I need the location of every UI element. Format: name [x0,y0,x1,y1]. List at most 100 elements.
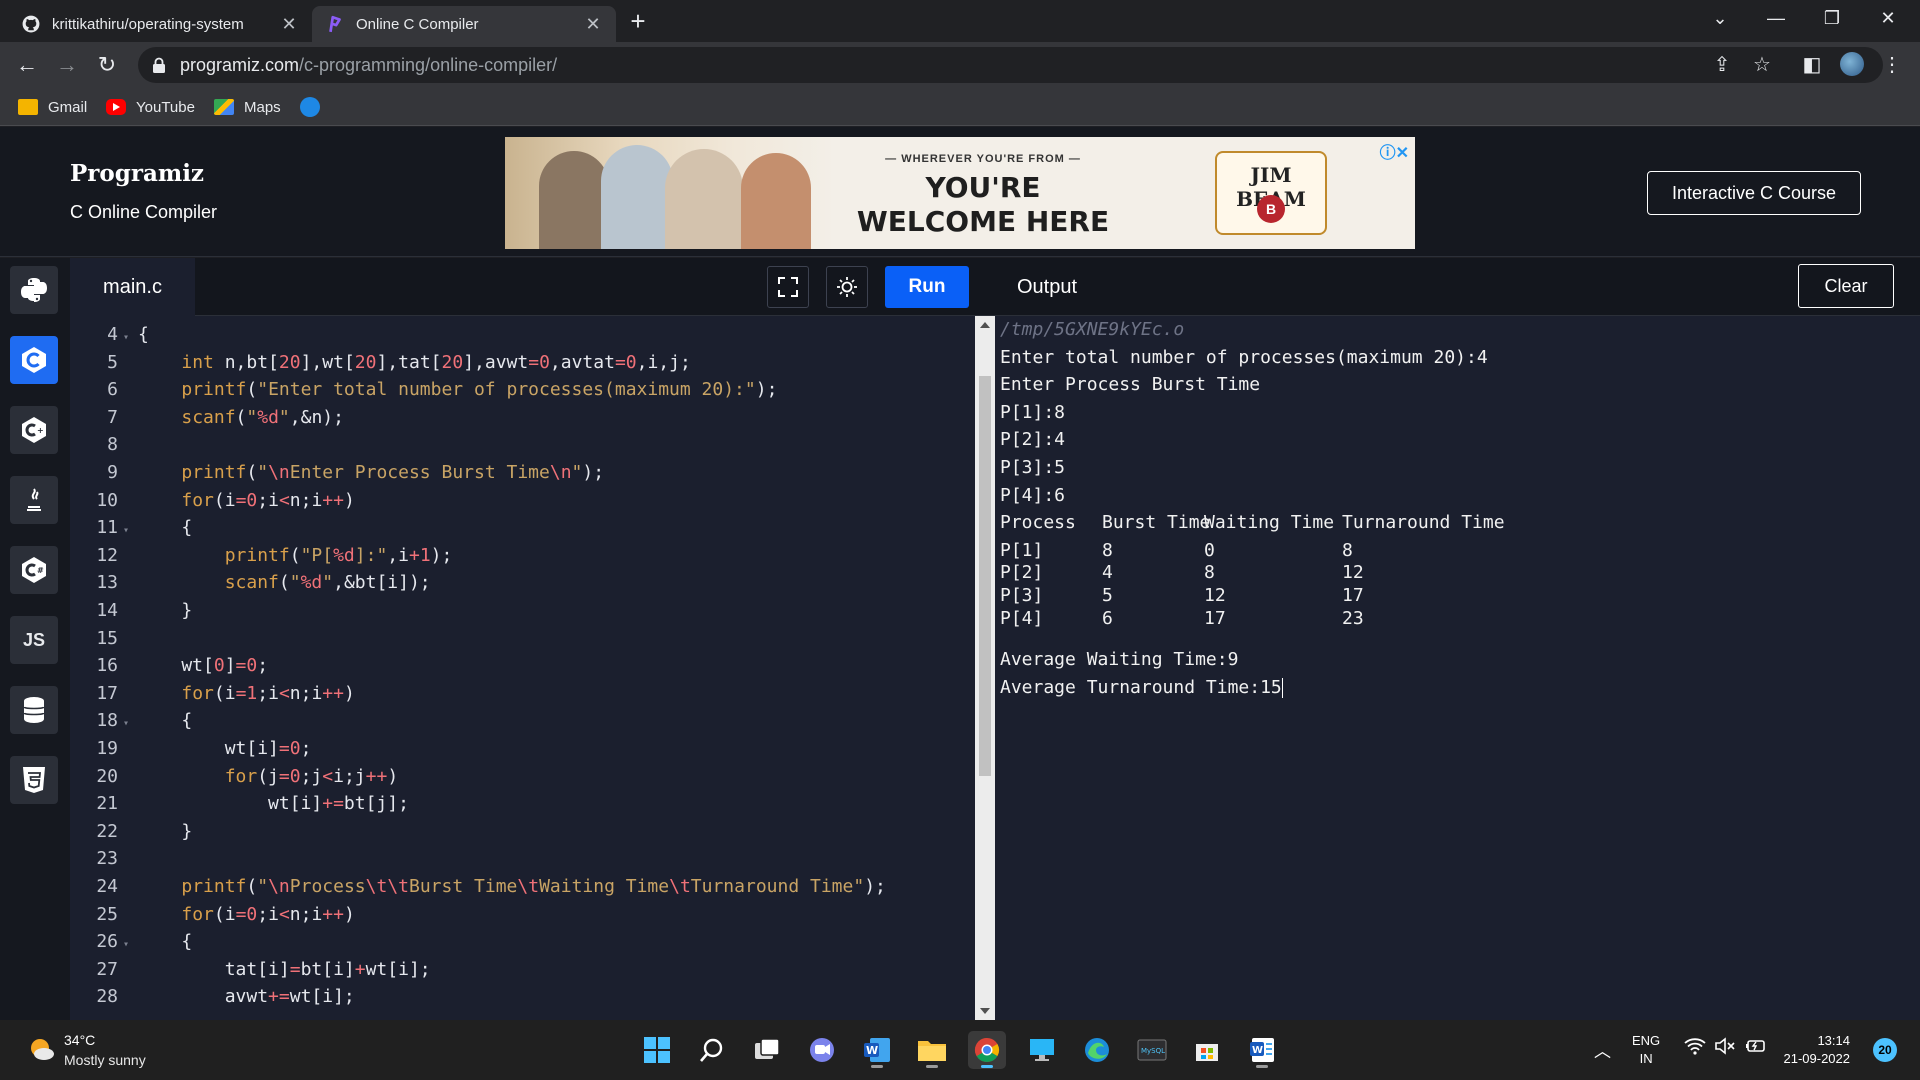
code-line[interactable]: 24 printf("\nProcess\t\tBurst Time\tWait… [70,873,970,901]
back-icon[interactable]: ← [12,50,42,80]
ad-person [601,145,673,249]
store-icon[interactable] [1188,1031,1226,1069]
input-language[interactable]: ENG IN [1632,1032,1660,1068]
weather-description[interactable]: Mostly sunny [64,1052,146,1068]
output-binary-path: /tmp/5GXNE9kYEc.o [1000,319,1185,340]
code-line[interactable]: 10 for(i=0;i<n;i++) [70,487,970,515]
code-line[interactable]: 26 ▾ { [70,928,970,956]
code-line[interactable]: 20 for(j=0;j<i;j++) [70,763,970,791]
code-line[interactable]: 28 avwt+=wt[i]; [70,983,970,1011]
code-line[interactable]: 12 printf("P[%d]:",i+1); [70,542,970,570]
mysql-icon[interactable]: MySQL [1133,1031,1171,1069]
scroll-down-icon[interactable] [980,1008,990,1014]
bookmark-gmail[interactable]: Gmail [18,95,87,119]
file-explorer-icon[interactable] [913,1031,951,1069]
menu-kebab-icon[interactable]: ⋮ [1878,50,1906,78]
side-panel-icon[interactable]: ◧ [1798,50,1826,78]
minimize-icon[interactable]: — [1748,0,1804,36]
code-line[interactable]: 17 for(i=1;i<n;i++) [70,680,970,708]
fold-arrow-icon[interactable]: ▾ [118,931,134,959]
desktop-icon[interactable] [1023,1031,1061,1069]
profile-avatar[interactable] [1838,50,1866,78]
fullscreen-icon[interactable] [767,266,809,308]
code-area[interactable]: 4 ▾{5 int n,bt[20],wt[20],tat[20],avwt=0,… [70,316,970,1020]
csharp-icon[interactable]: # [10,546,58,594]
page-subtitle: C Online Compiler [70,202,218,222]
fold-arrow-icon[interactable]: ▾ [118,517,134,545]
restore-icon[interactable]: ❐ [1804,0,1860,36]
file-tab-main-c[interactable]: main.c [70,258,195,316]
volume-muted-icon[interactable] [1714,1037,1736,1060]
bookmark-maps[interactable]: Maps [214,95,281,119]
teams-chat-icon[interactable] [803,1031,841,1069]
new-tab-button[interactable]: + [624,8,652,36]
java-icon[interactable] [10,476,58,524]
c-icon[interactable] [10,336,58,384]
battery-icon[interactable] [1744,1037,1766,1060]
code-line[interactable]: 18 ▾ { [70,707,970,735]
programiz-logo[interactable]: Programiz [70,160,204,187]
bookmark-youtube[interactable]: YouTube [106,95,195,119]
address-bar[interactable]: programiz.com/c-programming/online-compi… [138,47,1883,83]
tab-search-icon[interactable]: ⌄ [1692,0,1748,36]
output-console[interactable]: /tmp/5GXNE9kYEc.o Enter total number of … [995,316,1920,1020]
wifi-icon[interactable] [1684,1037,1706,1060]
js-icon[interactable]: JS [10,616,58,664]
chrome-icon[interactable] [968,1031,1006,1069]
reload-icon[interactable]: ↻ [92,50,122,80]
interactive-course-button[interactable]: Interactive C Course [1647,171,1861,215]
notification-badge[interactable]: 20 [1873,1038,1897,1062]
theme-toggle-icon[interactable] [826,266,868,308]
fold-arrow-icon[interactable]: ▾ [118,324,134,352]
python-icon[interactable] [10,266,58,314]
word-doc-icon[interactable]: W [1243,1031,1281,1069]
run-button[interactable]: Run [885,266,969,308]
code-line[interactable]: 4 ▾{ [70,321,970,349]
code-line[interactable]: 25 for(i=0;i<n;i++) [70,901,970,929]
maps-icon [214,99,234,115]
code-line[interactable]: 13 scanf("%d",&bt[i]); [70,569,970,597]
bookmark-star-icon[interactable]: ☆ [1748,50,1776,78]
editor-scrollbar[interactable] [975,316,995,1020]
code-line[interactable]: 5 int n,bt[20],wt[20],tat[20],avwt=0,avt… [70,349,970,377]
advertisement-banner[interactable]: — WHEREVER YOU'RE FROM — YOU'RE WELCOME … [505,137,1415,249]
code-line[interactable]: 15 [70,625,970,653]
clear-button[interactable]: Clear [1798,264,1894,308]
code-line[interactable]: 16 wt[0]=0; [70,652,970,680]
forward-icon[interactable]: → [52,50,82,80]
close-tab-icon[interactable]: ✕ [584,14,602,35]
system-clock[interactable]: 13:14 21-09-2022 [1780,1032,1851,1068]
word-icon[interactable]: W [858,1031,896,1069]
windows-start-icon[interactable] [638,1031,676,1069]
browser-tab-github[interactable]: krittikathiru/operating-system ✕ [8,6,312,42]
code-line[interactable]: 9 printf("\nEnter Process Burst Time\n")… [70,459,970,487]
code-line[interactable]: 22 } [70,818,970,846]
code-line[interactable]: 21 wt[i]+=bt[j]; [70,790,970,818]
code-line[interactable]: 11 ▾ { [70,514,970,542]
scroll-up-icon[interactable] [980,322,990,328]
close-window-icon[interactable]: ✕ [1860,0,1916,36]
edge-icon[interactable] [1078,1031,1116,1069]
cpp-icon[interactable]: + [10,406,58,454]
tray-chevron-icon[interactable]: ︿ [1594,1037,1611,1062]
share-icon[interactable]: ⇪ [1708,50,1736,78]
close-tab-icon[interactable]: ✕ [280,14,298,35]
code-line[interactable]: 6 printf("Enter total number of processe… [70,376,970,404]
output-table-header: Turnaround Time [1342,512,1505,534]
code-line[interactable]: 7 scanf("%d",&n); [70,404,970,432]
bookmark-chat[interactable] [300,95,330,119]
search-icon[interactable] [693,1031,731,1069]
scrollbar-thumb[interactable] [979,376,991,776]
code-line[interactable]: 19 wt[i]=0; [70,735,970,763]
html5-icon[interactable] [10,756,58,804]
weather-temperature[interactable]: 34°C [64,1032,95,1048]
database-icon[interactable] [10,686,58,734]
code-line[interactable]: 8 [70,431,970,459]
fold-arrow-icon[interactable]: ▾ [118,710,134,738]
code-line[interactable]: 14 } [70,597,970,625]
code-line[interactable]: 23 [70,845,970,873]
browser-tab-compiler[interactable]: Online C Compiler ✕ [312,6,616,42]
task-view-icon[interactable] [748,1031,786,1069]
ad-close-icon[interactable]: ⓘ✕ [1380,139,1409,163]
code-line[interactable]: 27 tat[i]=bt[i]+wt[i]; [70,956,970,984]
